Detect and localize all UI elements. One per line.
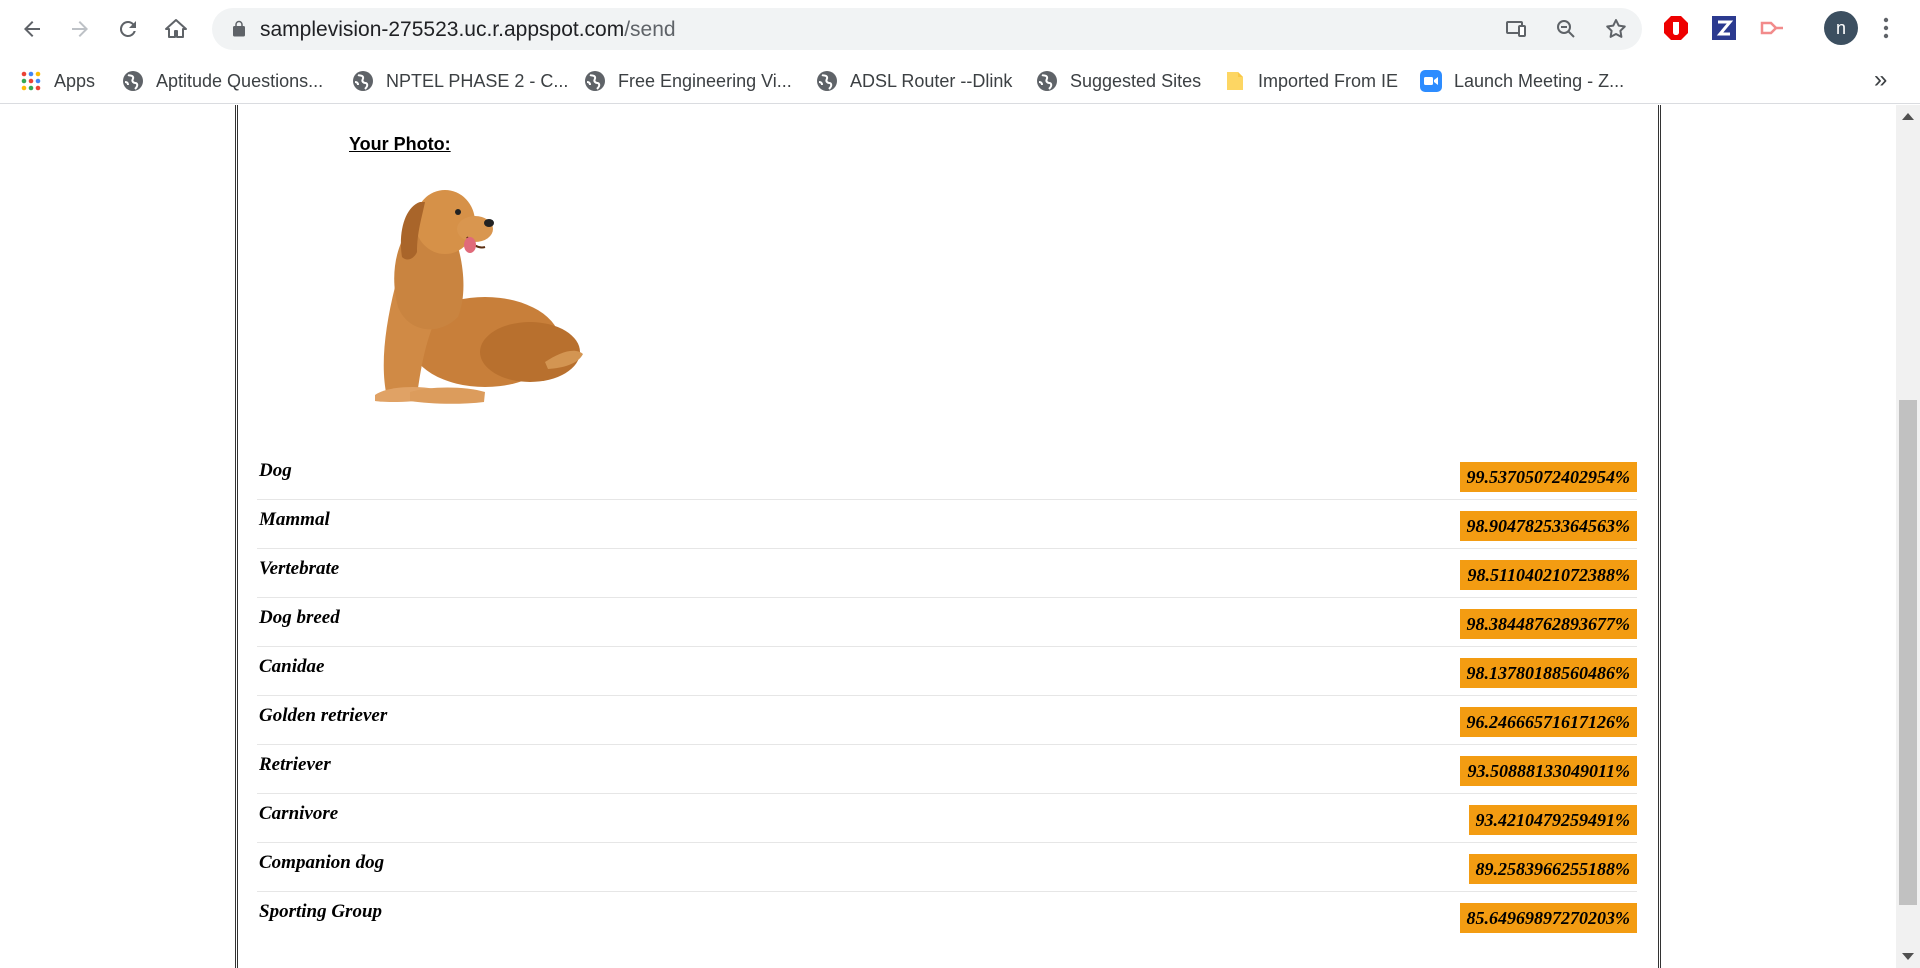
scrollbar-thumb[interactable] [1899,400,1917,905]
result-score-badge: 85.64969897270203% [1459,903,1637,933]
result-label: Vertebrate [259,558,340,579]
more-menu-icon[interactable] [1874,14,1898,42]
home-icon [165,19,187,38]
uploaded-dog-photo [375,190,583,404]
result-label: Retriever [259,754,331,775]
bookmark-label: NPTEL PHASE 2 - C... [386,70,569,91]
bookmark-suggested-sites[interactable]: Suggested Sites [1036,64,1201,98]
result-label: Dog breed [259,607,340,628]
result-score-badge: 93.50888133049011% [1460,756,1637,786]
forward-arrow-icon [72,21,88,37]
bookmark-imported-from-ie[interactable]: Imported From IE [1224,64,1398,98]
forward-button[interactable] [60,9,100,49]
bookmark-aptitude[interactable]: Aptitude Questions... [122,64,323,98]
result-label: Golden retriever [259,705,388,726]
result-label: Canidae [259,656,325,677]
bookmarks-overflow-button[interactable]: » [1874,66,1887,94]
z-extension-icon[interactable] [1710,14,1738,42]
result-score-badge: 98.90478253364563% [1459,511,1637,541]
result-score-badge: 89.2583966255188% [1468,854,1637,884]
bookmark-label: ADSL Router --Dlink [850,70,1013,91]
result-score-badge: 98.51104021072388% [1460,560,1637,590]
back-arrow-icon [24,21,40,37]
scroll-up-arrow-icon[interactable] [1902,113,1914,120]
zoom-video-icon [1420,70,1442,92]
apps-grid-icon [21,71,41,91]
result-row: Retriever 93.50888133049011% [257,745,1637,794]
photo-label: Your Photo: [349,134,451,154]
url-host: samplevision-275523.uc.r.appspot.com [260,18,625,41]
result-row: Golden retriever 96.24666571617126% [257,696,1637,745]
result-label: Carnivore [259,803,339,824]
page-viewport: Your Photo: Dog 99.53705072402954% Mammal… [0,105,1896,968]
result-row: Canidae 98.13780188560486% [257,647,1637,696]
lock-icon [233,20,245,37]
bookmark-nptel[interactable]: NPTEL PHASE 2 - C... [352,64,568,98]
address-bar[interactable]: samplevision-275523.uc.r.appspot.com/sen… [212,8,1642,50]
result-score-badge: 93.4210479259491% [1468,805,1637,835]
bookmark-free-engineering[interactable]: Free Engineering Vi... [584,64,792,98]
profile-avatar[interactable]: n [1824,11,1858,45]
result-score-badge: 99.53705072402954% [1459,462,1637,492]
bookmarks-bar: Apps Aptitude Questions... NPTEL PHASE 2… [0,58,1920,104]
cast-install-icon[interactable] [1504,17,1528,41]
reload-button[interactable] [108,9,148,49]
globe-icon [1037,71,1057,91]
bookmark-launch-meeting[interactable]: Launch Meeting - Z... [1420,64,1624,98]
bookmark-apps[interactable]: Apps [20,64,95,98]
result-label: Dog [259,460,292,481]
result-label: Companion dog [259,852,385,873]
bookmark-label: Apps [54,70,96,91]
folder-icon [1227,72,1243,90]
page-scrollbar[interactable] [1896,105,1920,968]
result-row: Carnivore 93.4210479259491% [257,794,1637,843]
result-score-badge: 98.38448762893677% [1459,609,1637,639]
bookmark-label: Launch Meeting - Z... [1454,70,1625,91]
bookmark-label: Free Engineering Vi... [618,70,792,91]
bookmark-star-icon[interactable] [1604,17,1628,41]
result-row: Dog 99.53705072402954% [257,451,1637,500]
result-score-badge: 96.24666571617126% [1459,707,1637,737]
result-row: Mammal 98.90478253364563% [257,500,1637,549]
reload-icon [119,20,136,37]
bookmark-label: Suggested Sites [1070,70,1202,91]
bookmark-label: Aptitude Questions... [156,70,324,91]
results-list: Dog 99.53705072402954% Mammal 98.904782533… [257,451,1637,941]
adblock-extension-icon[interactable] [1662,14,1690,42]
result-label: Mammal [259,509,330,530]
back-button[interactable] [12,9,52,49]
bookmark-adsl-router[interactable]: ADSL Router --Dlink [816,64,1012,98]
bookmark-label: Imported From IE [1258,70,1399,91]
zoom-icon[interactable] [1554,17,1578,41]
url-text[interactable]: samplevision-275523.uc.r.appspot.com/sen… [260,18,676,42]
globe-icon [585,71,605,91]
result-label: Sporting Group [259,901,383,922]
result-row: Sporting Group 85.64969897270203% [257,892,1637,941]
browser-toolbar: samplevision-275523.uc.r.appspot.com/sen… [0,0,1920,58]
globe-icon [353,71,373,91]
result-score-badge: 98.13780188560486% [1459,658,1637,688]
globe-icon [123,71,143,91]
globe-icon [817,71,837,91]
share-extension-icon[interactable] [1758,14,1786,42]
url-path: /send [624,18,676,41]
home-button[interactable] [156,9,196,49]
result-row: Companion dog 89.2583966255188% [257,843,1637,892]
result-row: Vertebrate 98.51104021072388% [257,549,1637,598]
scroll-down-arrow-icon[interactable] [1902,953,1914,960]
result-row: Dog breed 98.38448762893677% [257,598,1637,647]
